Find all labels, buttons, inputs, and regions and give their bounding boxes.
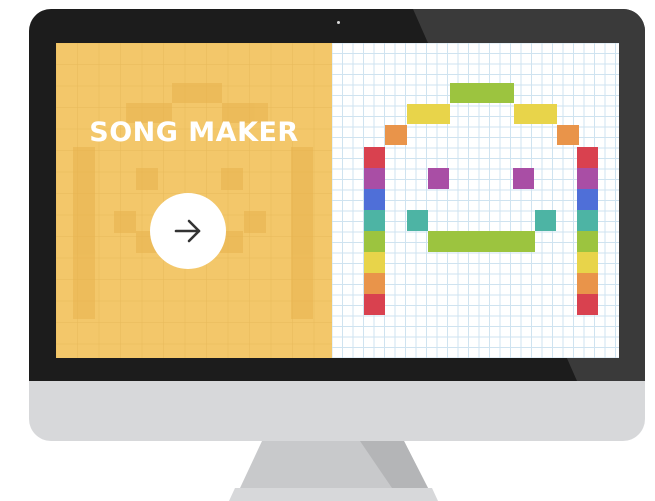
note-cell[interactable]	[577, 189, 598, 210]
note-cell[interactable]	[577, 231, 598, 252]
ghost-note-cell	[114, 211, 136, 233]
song-grid-panel	[332, 43, 619, 358]
ghost-note-cell	[136, 168, 158, 190]
intro-panel: SONG MAKER	[56, 43, 332, 358]
note-cell[interactable]	[364, 168, 385, 189]
arrow-right-icon	[174, 219, 201, 243]
note-cell[interactable]	[535, 210, 556, 231]
start-button[interactable]	[150, 193, 226, 269]
song-grid[interactable]	[332, 43, 619, 358]
note-cell[interactable]	[513, 168, 534, 189]
note-cell[interactable]	[407, 104, 450, 124]
ghost-note-cell	[73, 147, 95, 319]
note-cell[interactable]	[364, 189, 385, 210]
ghost-note-cell	[291, 147, 313, 319]
note-cell[interactable]	[514, 104, 557, 124]
note-cell[interactable]	[577, 294, 598, 315]
ghost-note-cell	[221, 168, 243, 190]
note-cell[interactable]	[385, 125, 407, 145]
stand-base	[229, 488, 438, 501]
note-cell[interactable]	[450, 83, 514, 103]
note-cell[interactable]	[428, 231, 535, 252]
app-title: SONG MAKER	[89, 117, 299, 148]
note-cell[interactable]	[557, 125, 579, 145]
note-cell[interactable]	[407, 210, 428, 231]
note-cell[interactable]	[577, 147, 598, 168]
note-cell[interactable]	[577, 210, 598, 231]
note-cell[interactable]	[428, 168, 449, 189]
note-cell[interactable]	[364, 294, 385, 315]
screen: SONG MAKER	[56, 43, 619, 358]
note-cell[interactable]	[364, 273, 385, 294]
note-cell[interactable]	[364, 147, 385, 168]
ghost-note-cell	[172, 83, 222, 103]
ghost-note-cell	[244, 211, 266, 233]
note-cell[interactable]	[577, 168, 598, 189]
note-cell[interactable]	[364, 210, 385, 231]
note-cell[interactable]	[364, 252, 385, 273]
note-cell[interactable]	[364, 231, 385, 252]
note-cell[interactable]	[577, 252, 598, 273]
note-cell[interactable]	[577, 273, 598, 294]
